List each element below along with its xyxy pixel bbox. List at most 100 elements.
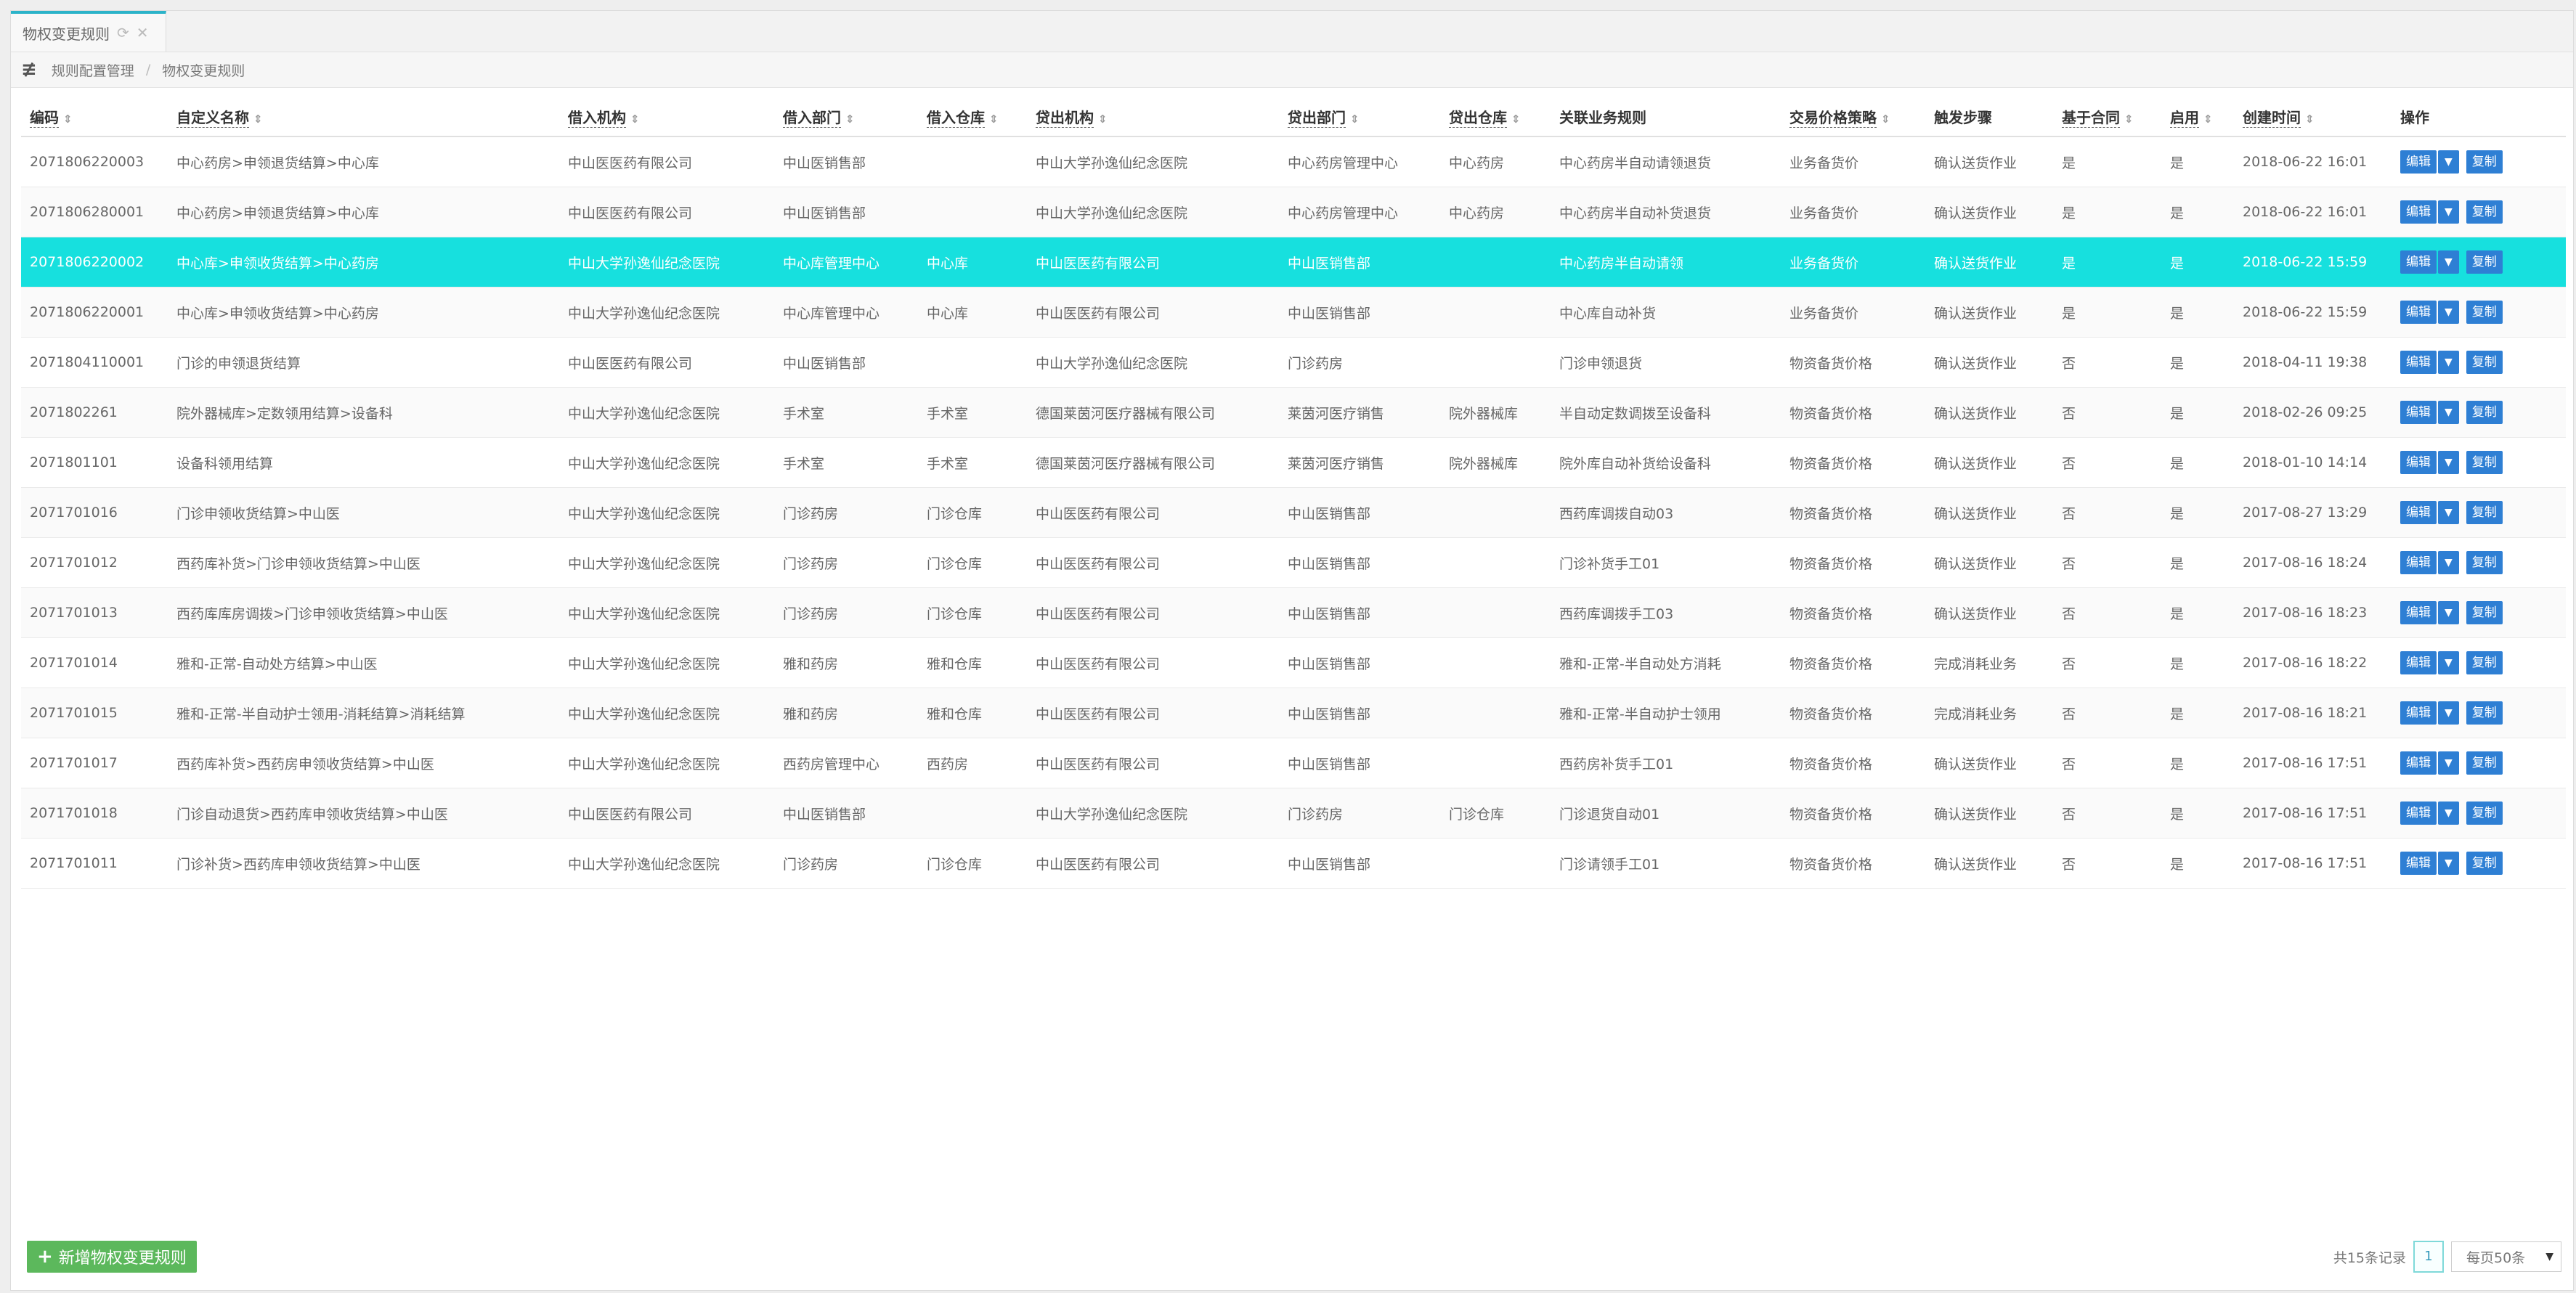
copy-button[interactable]: 复制	[2466, 751, 2503, 775]
edit-button[interactable]: 编辑	[2400, 501, 2437, 524]
column-header[interactable]: 创建时间 ⇕	[2234, 97, 2392, 137]
sort-icon[interactable]: ⇕	[1511, 113, 1521, 126]
table-row[interactable]: 2071801101 设备科领用结算 中山大学孙逸仙纪念医院 手术室 手术室 德国莱茵河医…	[21, 437, 2566, 488]
copy-button[interactable]: 复制	[2466, 651, 2503, 674]
table-row[interactable]: 2071701018 门诊自动退货>西药库申领收货结算>中山医 中山医医药有限公司中…	[21, 788, 2566, 839]
more-actions-dropdown[interactable]: ▼	[2438, 401, 2459, 424]
sort-icon[interactable]: ⇕	[2203, 113, 2213, 126]
sort-icon[interactable]: ⇕	[1098, 113, 1108, 126]
refresh-icon[interactable]: ⟳	[117, 24, 129, 41]
copy-button[interactable]: 复制	[2466, 150, 2503, 174]
column-header[interactable]: 借入部门 ⇕	[774, 97, 918, 137]
more-actions-dropdown[interactable]: ▼	[2438, 351, 2459, 374]
copy-button[interactable]: 复制	[2466, 401, 2503, 424]
table-row[interactable]: 2071804110001 门诊的申领退货结算 中山医医药有限公司 中山医销售部 中山大…	[21, 337, 2566, 388]
copy-button[interactable]: 复制	[2466, 802, 2503, 825]
table-row[interactable]: 2071701012 西药库补货>门诊申领收货结算>中山医 中山大学孙逸仙纪念医院门…	[21, 537, 2566, 588]
more-actions-dropdown[interactable]: ▼	[2438, 301, 2459, 324]
copy-button[interactable]: 复制	[2466, 301, 2503, 324]
table-cell	[918, 337, 1027, 388]
edit-button[interactable]: 编辑	[2400, 200, 2437, 224]
tab-ownership-rules[interactable]: 物权变更规则 ⟳ ✕	[11, 11, 166, 52]
table-row[interactable]: 2071701015 雅和-正常-半自动护士领用-消耗结算>消耗结算 中山大学孙逸仙…	[21, 688, 2566, 738]
table-cell: 西药房管理中心	[774, 738, 918, 788]
edit-button[interactable]: 编辑	[2400, 150, 2437, 174]
more-actions-dropdown[interactable]: ▼	[2438, 802, 2459, 825]
edit-button[interactable]: 编辑	[2400, 250, 2437, 274]
edit-button[interactable]: 编辑	[2400, 451, 2437, 474]
edit-button[interactable]: 编辑	[2400, 301, 2437, 324]
edit-button[interactable]: 编辑	[2400, 802, 2437, 825]
sort-icon[interactable]: ⇕	[845, 113, 855, 126]
sort-icon[interactable]: ⇕	[1881, 113, 1890, 126]
sort-icon[interactable]: ⇕	[253, 113, 263, 126]
sort-icon[interactable]: ⇕	[63, 113, 73, 126]
add-rule-button[interactable]: + 新增物权变更规则	[27, 1241, 197, 1273]
sort-icon[interactable]: ⇕	[2124, 113, 2134, 126]
copy-button[interactable]: 复制	[2466, 200, 2503, 224]
table-cell: 门诊自动退货>西药库申领收货结算>中山医	[168, 788, 559, 839]
column-header[interactable]: 借入机构 ⇕	[559, 97, 774, 137]
more-actions-dropdown[interactable]: ▼	[2438, 150, 2459, 174]
close-icon[interactable]: ✕	[137, 24, 149, 41]
table-row[interactable]: 2071806220002 中心库>申领收货结算>中心药房 中山大学孙逸仙纪念医院中…	[21, 237, 2566, 287]
copy-button[interactable]: 复制	[2466, 501, 2503, 524]
table-cell: 雅和-正常-自动处方结算>中山医	[168, 637, 559, 688]
menu-toggle-icon[interactable]: ≢	[21, 59, 37, 81]
copy-button[interactable]: 复制	[2466, 601, 2503, 624]
table-row[interactable]: 2071806280001 中心药房>申领退货结算>中心库 中山医医药有限公司 中山医…	[21, 187, 2566, 237]
copy-button[interactable]: 复制	[2466, 551, 2503, 574]
column-header[interactable]: 贷出部门 ⇕	[1279, 97, 1440, 137]
table-row[interactable]: 2071701014 雅和-正常-自动处方结算>中山医 中山大学孙逸仙纪念医院 雅和药…	[21, 637, 2566, 688]
more-actions-dropdown[interactable]: ▼	[2438, 651, 2459, 674]
table-row[interactable]: 2071701013 西药库库房调拨>门诊申领收货结算>中山医 中山大学孙逸仙纪念医…	[21, 587, 2566, 638]
more-actions-dropdown[interactable]: ▼	[2438, 250, 2459, 274]
edit-button[interactable]: 编辑	[2400, 751, 2437, 775]
more-actions-dropdown[interactable]: ▼	[2438, 200, 2459, 224]
table-cell: 德国莱茵河医疗器械有限公司	[1027, 437, 1279, 488]
more-actions-dropdown[interactable]: ▼	[2438, 701, 2459, 725]
more-actions-dropdown[interactable]: ▼	[2438, 852, 2459, 875]
copy-button[interactable]: 复制	[2466, 250, 2503, 274]
edit-button[interactable]: 编辑	[2400, 351, 2437, 374]
sort-icon[interactable]: ⇕	[1350, 113, 1360, 126]
breadcrumb-parent[interactable]: 规则配置管理	[52, 60, 134, 80]
column-header-label: 贷出机构	[1036, 108, 1094, 128]
table-row[interactable]: 2071701016 门诊申领收货结算>中山医 中山大学孙逸仙纪念医院 门诊药房 门诊仓…	[21, 487, 2566, 538]
copy-button[interactable]: 复制	[2466, 701, 2503, 725]
column-header[interactable]: 编码 ⇕	[21, 97, 168, 137]
total-records: 共15条记录	[2333, 1249, 2406, 1266]
edit-button[interactable]: 编辑	[2400, 701, 2437, 725]
column-header[interactable]: 基于合同 ⇕	[2053, 97, 2161, 137]
table-cell: 中山医销售部	[774, 136, 918, 187]
copy-button[interactable]: 复制	[2466, 451, 2503, 474]
edit-button[interactable]: 编辑	[2400, 601, 2437, 624]
edit-button[interactable]: 编辑	[2400, 401, 2437, 424]
copy-button[interactable]: 复制	[2466, 351, 2503, 374]
edit-button[interactable]: 编辑	[2400, 551, 2437, 574]
edit-button[interactable]: 编辑	[2400, 852, 2437, 875]
more-actions-dropdown[interactable]: ▼	[2438, 551, 2459, 574]
more-actions-dropdown[interactable]: ▼	[2438, 751, 2459, 775]
sort-icon[interactable]: ⇕	[989, 113, 999, 126]
page-size-select[interactable]: 每页50条 ▼	[2451, 1241, 2561, 1272]
more-actions-dropdown[interactable]: ▼	[2438, 501, 2459, 524]
column-header[interactable]: 交易价格策略 ⇕	[1781, 97, 1925, 137]
column-header[interactable]: 贷出机构 ⇕	[1027, 97, 1279, 137]
table-row[interactable]: 2071701017 西药库补货>西药房申领收货结算>中山医 中山大学孙逸仙纪念医院…	[21, 738, 2566, 788]
sort-icon[interactable]: ⇕	[2305, 113, 2315, 126]
edit-button[interactable]: 编辑	[2400, 651, 2437, 674]
more-actions-dropdown[interactable]: ▼	[2438, 601, 2459, 624]
column-header[interactable]: 自定义名称 ⇕	[168, 97, 559, 137]
table-row[interactable]: 2071806220001 中心库>申领收货结算>中心药房 中山大学孙逸仙纪念医院中…	[21, 287, 2566, 338]
table-row[interactable]: 2071701011 门诊补货>西药库申领收货结算>中山医 中山大学孙逸仙纪念医院门…	[21, 838, 2566, 889]
copy-button[interactable]: 复制	[2466, 852, 2503, 875]
more-actions-dropdown[interactable]: ▼	[2438, 451, 2459, 474]
column-header[interactable]: 贷出仓库 ⇕	[1440, 97, 1551, 137]
page-1-button[interactable]: 1	[2413, 1241, 2444, 1273]
sort-icon[interactable]: ⇕	[630, 113, 640, 126]
column-header[interactable]: 启用 ⇕	[2161, 97, 2234, 137]
table-row[interactable]: 2071806220003 中心药房>申领退货结算>中心库 中山医医药有限公司 中山医…	[21, 136, 2566, 187]
table-row[interactable]: 2071802261 院外器械库>定数领用结算>设备科 中山大学孙逸仙纪念医院 手术室…	[21, 387, 2566, 438]
column-header[interactable]: 借入仓库 ⇕	[918, 97, 1027, 137]
